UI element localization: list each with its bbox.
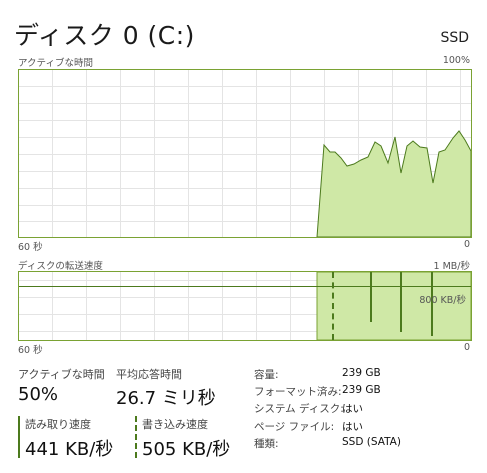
active-time-graph-label: アクティブな時間: [18, 58, 93, 69]
read-series-spike: [400, 272, 402, 332]
transfer-graph-max: 1 MB/秒: [433, 261, 470, 272]
disk-type-detail-value: SSD (SATA): [342, 436, 401, 448]
write-speed-stat-label: 書き込み速度: [142, 418, 208, 431]
avg-response-stat-value: 26.7 ミリ秒: [116, 388, 216, 409]
page-title: ディスク 0 (C:): [14, 21, 195, 50]
transfer-graph: 800 KB/秒: [18, 271, 472, 341]
disk-type-label: SSD: [440, 30, 469, 46]
page-file-value: はい: [342, 421, 363, 433]
active-time-area: [316, 130, 471, 237]
active-time-graph: [18, 69, 472, 238]
read-speed-legend-bar: [18, 416, 20, 458]
formatted-value: 239 GB: [342, 384, 381, 396]
write-speed-stat-value: 505 KB/秒: [142, 439, 231, 460]
active-time-axis-right: 0: [463, 239, 470, 250]
read-series-spike: [370, 272, 372, 322]
write-speed-legend-bar: [135, 416, 137, 458]
system-disk-value: はい: [342, 403, 363, 415]
system-disk-label: システム ディスク:: [254, 403, 344, 415]
read-speed-stat-label: 読み取り速度: [25, 418, 91, 431]
formatted-label: フォーマット済み:: [254, 386, 342, 398]
disk-type-detail-label: 種類:: [254, 438, 279, 450]
active-time-stat-label: アクティブな時間: [18, 368, 105, 381]
write-series-marker: [332, 272, 334, 340]
transfer-axis-left: 60 秒: [18, 345, 43, 356]
active-time-graph-max: 100%: [442, 55, 470, 66]
transfer-graph-label: ディスクの転送速度: [18, 261, 103, 272]
avg-response-stat-label: 平均応答時間: [116, 368, 182, 381]
capacity-label: 容量:: [254, 369, 279, 381]
active-time-graph-svg: [19, 70, 471, 237]
read-speed-stat-value: 441 KB/秒: [25, 439, 114, 460]
active-time-axis-left: 60 秒: [18, 242, 43, 253]
capacity-value: 239 GB: [342, 367, 381, 379]
transfer-area: [316, 272, 471, 340]
page-file-label: ページ ファイル:: [254, 421, 335, 433]
transfer-reference-label: 800 KB/秒: [419, 295, 466, 306]
transfer-graph-svg: [19, 272, 471, 340]
active-time-stat-value: 50%: [18, 384, 59, 405]
transfer-axis-right: 0: [463, 342, 470, 353]
